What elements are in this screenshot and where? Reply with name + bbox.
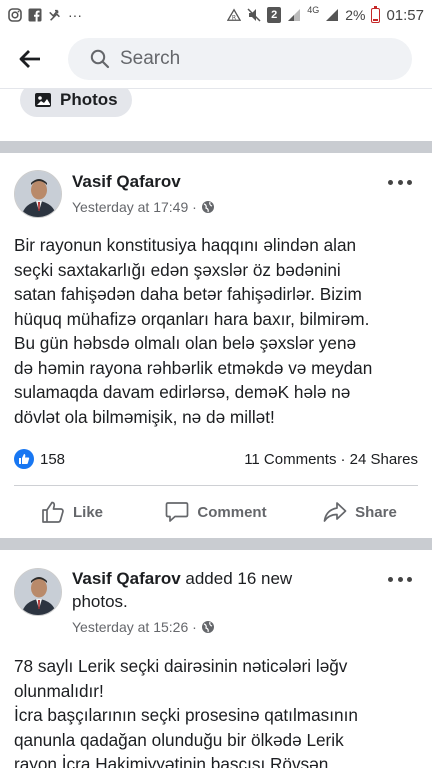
facebook-icon [28,8,42,22]
dot [388,179,393,185]
post-body: Bir rayonun konstitusiya haqqını əlindən… [14,235,373,427]
missed-call-icon [49,9,60,21]
share-icon [323,502,347,522]
post-author[interactable]: Vasif Qafarov added 16 new photos. [72,567,352,613]
author-name[interactable]: Vasif Qafarov [72,172,181,191]
post-more-button[interactable] [388,572,412,586]
search-bar[interactable] [68,38,412,80]
back-arrow-icon [19,50,40,68]
post-meta: Yesterday at 17:49 · [72,199,215,215]
share-button[interactable]: Share [288,501,432,523]
search-icon [90,49,110,69]
signal-icon [288,9,301,21]
reactions-bar: 158 11 Comments · 24 Shares [14,447,418,471]
clock: 01:57 [386,6,424,24]
feed-post: Vasif Qafarov added 16 new photos. Yeste… [0,550,432,768]
dot [407,179,412,185]
author-name[interactable]: Vasif Qafarov [72,569,181,588]
sim-two-icon: 2 [267,7,282,23]
battery-icon [371,5,381,23]
post-timestamp[interactable]: Yesterday at 17:49 · [72,199,197,215]
signal-icon-2 [326,9,339,21]
like-label: Like [72,503,103,521]
like-reaction-icon [14,449,34,469]
dot [397,179,403,185]
share-label: Share [355,503,397,521]
photos-chip[interactable]: Photos [20,89,132,117]
comment-icon [166,502,189,522]
avatar[interactable] [14,170,62,218]
comment-count[interactable]: 11 Comments [244,451,336,468]
post-timestamp[interactable]: Yesterday at 15:26 · [72,619,197,635]
photos-icon [35,93,51,107]
post-more-button[interactable] [388,175,412,189]
feed-divider [0,141,432,153]
svg-text:R: R [232,14,237,21]
photos-chip-label: Photos [60,90,118,109]
post-meta: Yesterday at 15:26 · [72,619,215,635]
data-saver-icon: R [227,8,242,21]
post-author[interactable]: Vasif Qafarov [72,170,372,193]
profile-photo [15,569,61,615]
instagram-icon [8,8,22,22]
search-header [0,30,432,88]
back-button[interactable] [0,30,60,88]
battery-percent: 2% [345,7,366,23]
more-dots-icon: ··· [68,7,82,23]
comment-label: Comment [197,503,267,521]
like-icon [42,501,64,523]
dot [388,576,393,582]
network-type-label: 4G [307,5,320,15]
like-button[interactable]: Like [0,501,144,523]
comment-button[interactable]: Comment [144,501,288,523]
profile-photo [15,171,61,217]
status-bar-left: ··· [8,7,82,23]
dot [397,576,403,582]
post-body: 78 saylı Lerik seçki dairəsinin nəticələ… [14,656,358,768]
mute-icon [247,8,261,22]
post-actions: Like Comment Share [0,489,432,535]
actions-separator [14,485,418,486]
status-bar: ··· R 2 4G 2% 01:57 [0,0,432,30]
search-input[interactable] [120,48,380,70]
globe-icon [201,201,214,213]
feed-post: Vasif Qafarov Yesterday at 17:49 · Bir r… [0,153,432,538]
feed-divider [0,538,432,550]
globe-icon [201,621,214,633]
dot [407,576,412,582]
avatar[interactable] [14,568,62,616]
status-bar-right: R 2 4G 2% 01:57 [227,5,424,24]
reaction-count[interactable]: 158 [40,451,65,468]
engagement-counts: 11 Comments · 24 Shares [244,451,418,468]
filter-chip-row: Photos [0,88,432,141]
share-count[interactable]: · 24 Shares [340,451,418,468]
